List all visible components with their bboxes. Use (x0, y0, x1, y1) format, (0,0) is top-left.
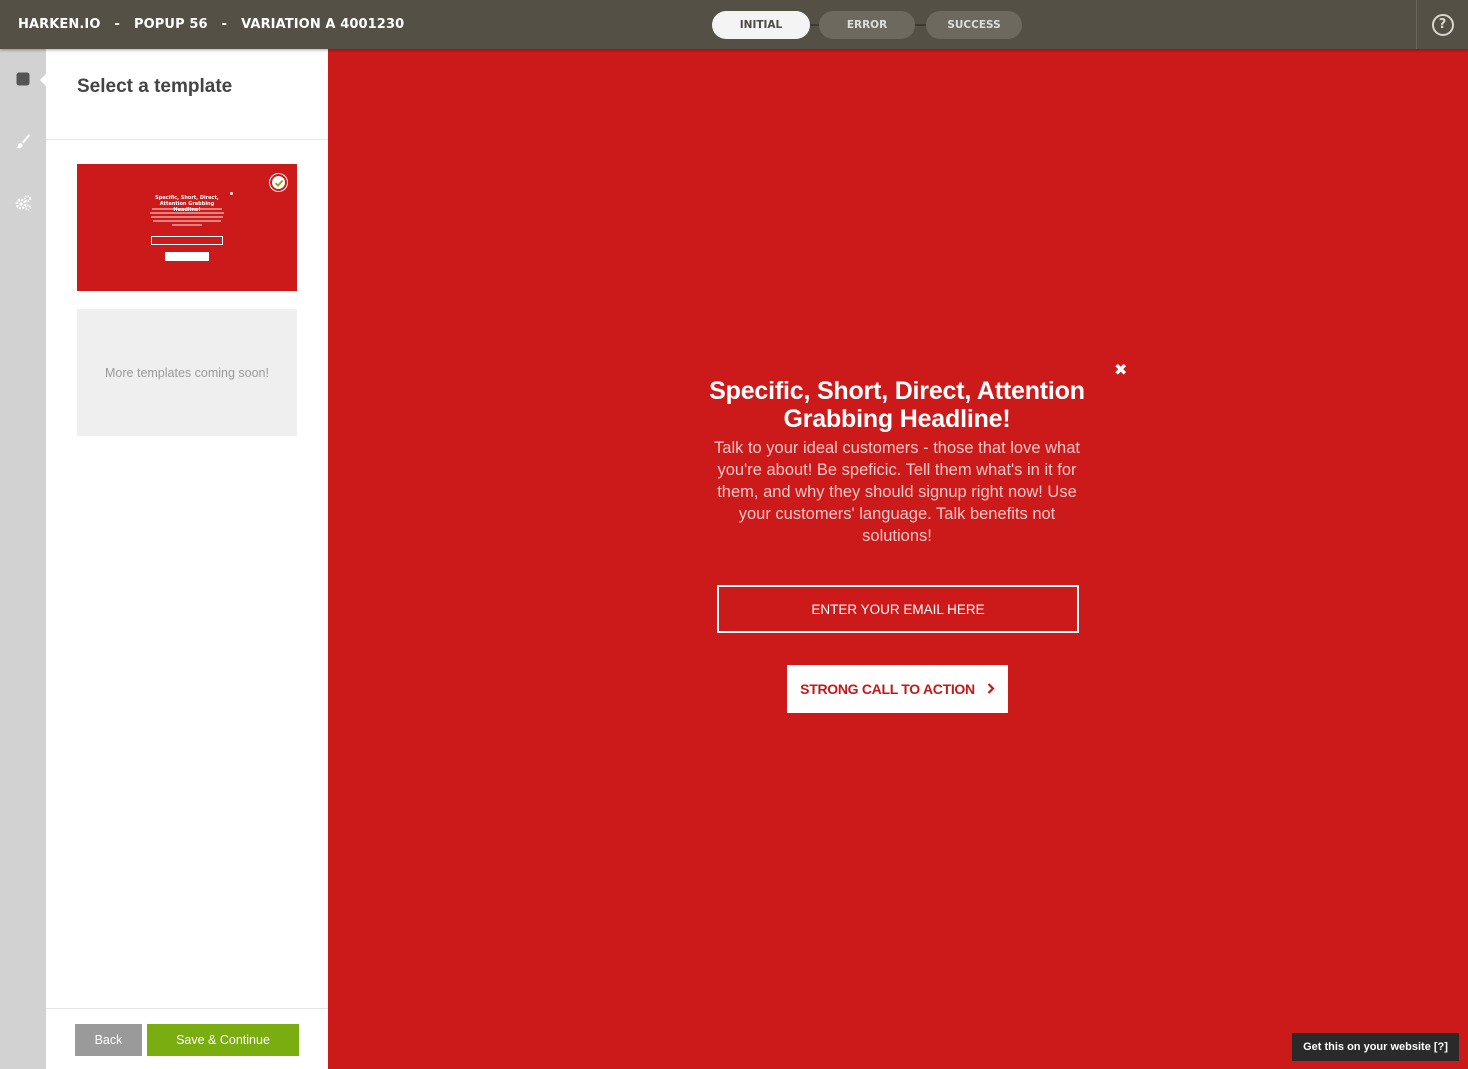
panel-footer: Back Save & Continue (46, 1008, 328, 1069)
thumbnail-cta (165, 252, 209, 261)
template-icon[interactable] (14, 70, 32, 88)
thumbnail-body (149, 208, 225, 228)
help-area: ? (1416, 0, 1468, 49)
breadcrumb: HARKEN.IO - POPUP 56 - VARIATION A 40012… (18, 0, 404, 49)
template-panel: Select a template Specific, Short, Direc… (46, 49, 328, 1069)
thumbnail-close-mark (230, 192, 233, 195)
state-tab-initial[interactable]: INITIAL (712, 11, 810, 39)
more-templates-placeholder: More templates coming soon! (77, 309, 297, 436)
popup-preview-canvas: ✖ Specific, Short, Direct, Attention Gra… (328, 49, 1468, 1069)
tool-rail (0, 49, 47, 1069)
breadcrumb-site[interactable]: HARKEN.IO (18, 17, 101, 32)
gears-icon[interactable] (14, 194, 32, 212)
popup-headline[interactable]: Specific, Short, Direct, Attention Grabb… (706, 377, 1088, 433)
selected-check-icon (270, 174, 287, 191)
template-thumbnail-selected[interactable]: Specific, Short, Direct, Attention Grabb… (77, 164, 297, 291)
cta-button[interactable]: STRONG CALL TO ACTION (787, 665, 1008, 713)
back-button[interactable]: Back (75, 1024, 142, 1056)
save-continue-button[interactable]: Save & Continue (147, 1024, 299, 1056)
state-tab-success[interactable]: SUCCESS (926, 11, 1022, 39)
close-icon[interactable]: ✖ (1114, 360, 1127, 379)
state-switcher: INITIAL ERROR SUCCESS (712, 11, 1033, 39)
popup-body-text[interactable]: Talk to your ideal customers - those tha… (706, 437, 1088, 547)
breadcrumb-separator: - (114, 17, 121, 32)
email-field[interactable]: ENTER YOUR EMAIL HERE (717, 585, 1079, 633)
thumbnail-email-field (151, 236, 223, 245)
breadcrumb-variation: VARIATION A 4001230 (241, 17, 405, 32)
brush-icon[interactable] (14, 132, 32, 150)
breadcrumb-separator: - (221, 17, 228, 32)
cta-label: STRONG CALL TO ACTION (800, 681, 975, 697)
chevron-right-icon (987, 681, 995, 697)
breadcrumb-popup[interactable]: POPUP 56 (134, 17, 208, 32)
help-icon[interactable]: ? (1431, 13, 1454, 36)
get-on-website-button[interactable]: Get this on your website [?] (1292, 1033, 1459, 1061)
top-bar: HARKEN.IO - POPUP 56 - VARIATION A 40012… (0, 0, 1468, 49)
state-tab-error[interactable]: ERROR (819, 11, 915, 39)
panel-title: Select a template (46, 49, 328, 140)
